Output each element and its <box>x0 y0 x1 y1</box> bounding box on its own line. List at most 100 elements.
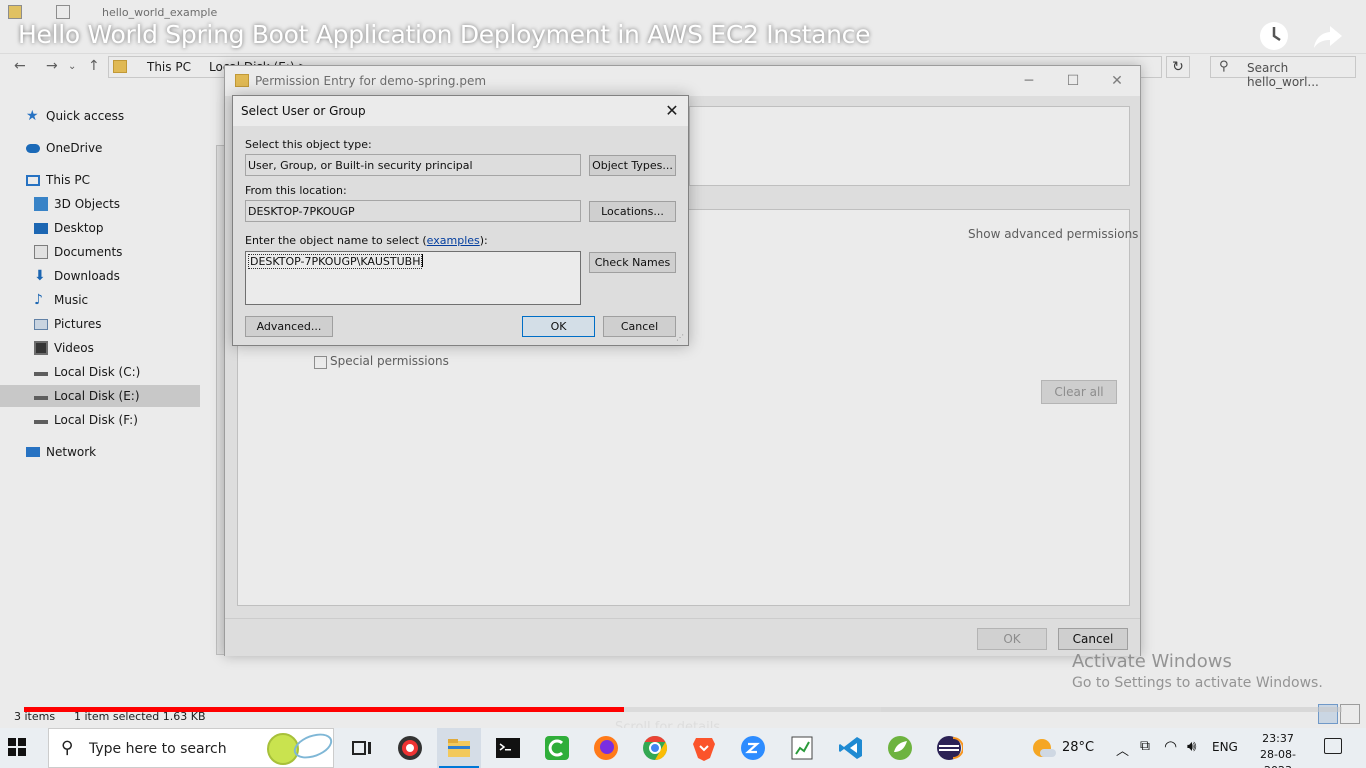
folder-icon <box>8 5 22 19</box>
volume-icon[interactable]: 🔊︎ <box>1187 737 1196 755</box>
object-name-label-suffix: ): <box>479 234 488 247</box>
download-icon: ⬇ <box>34 268 46 284</box>
forward-arrow-icon[interactable]: → <box>46 58 58 74</box>
advanced-button[interactable]: Advanced... <box>245 316 333 337</box>
nav-label: Desktop <box>54 221 104 235</box>
recent-chevron-icon[interactable]: ⌄ <box>68 61 76 72</box>
nav-label: Local Disk (F:) <box>54 413 138 427</box>
permission-ok-button[interactable]: OK <box>977 628 1047 650</box>
clock-time: 23:37 <box>1262 732 1294 745</box>
nav-label: Documents <box>54 245 123 259</box>
maximize-icon[interactable]: ☐ <box>1059 70 1087 92</box>
checkbox-icon[interactable] <box>56 5 70 19</box>
wifi-icon[interactable]: ◠ <box>1164 737 1177 755</box>
cloud-icon <box>26 143 40 153</box>
taskbar-search-placeholder: Type here to search <box>89 741 227 757</box>
nav-downloads[interactable]: ⬇ Downloads <box>34 265 120 287</box>
drive-icon <box>34 392 48 400</box>
nav-disk-e[interactable]: Local Disk (E:) <box>0 385 200 407</box>
permission-cancel-button[interactable]: Cancel <box>1058 628 1128 650</box>
close-icon[interactable]: ✕ <box>1103 70 1131 92</box>
star-icon: ★ <box>26 108 39 124</box>
check-names-button[interactable]: Check Names <box>589 252 676 273</box>
back-arrow-icon[interactable]: ← <box>14 58 26 74</box>
permission-entry-footer: OK Cancel <box>225 618 1140 656</box>
video-progress-bar[interactable] <box>24 707 1342 712</box>
picture-icon <box>34 318 48 330</box>
resize-grip-icon[interactable]: ⋰ <box>676 333 686 343</box>
terminal-icon[interactable] <box>494 734 522 762</box>
clock-date: 28-08-2023 <box>1260 748 1296 768</box>
minimize-icon[interactable]: ─ <box>1015 70 1043 92</box>
nav-videos[interactable]: Videos <box>34 337 94 359</box>
brave-icon[interactable] <box>690 734 718 762</box>
chrome-icon[interactable] <box>641 734 669 762</box>
nav-label: Videos <box>54 341 94 355</box>
taskbar-search-box[interactable]: ⚲ Type here to search <box>48 728 336 768</box>
object-name-label: Enter the object name to select (example… <box>245 234 488 247</box>
refresh-button[interactable]: ↻ <box>1166 56 1190 78</box>
drive-icon <box>34 416 48 424</box>
clear-all-button[interactable]: Clear all <box>1041 380 1117 404</box>
nav-disk-c[interactable]: Local Disk (C:) <box>34 361 140 383</box>
windows-start-icon[interactable] <box>8 738 28 758</box>
nav-documents[interactable]: Documents <box>34 241 122 263</box>
watch-later-clock-icon[interactable] <box>1256 18 1292 54</box>
close-icon[interactable]: ✕ <box>657 100 687 122</box>
breadcrumb-root[interactable]: This PC <box>147 60 191 74</box>
nav-label: Quick access <box>46 109 125 123</box>
nav-desktop[interactable]: Desktop <box>34 217 104 239</box>
object-name-input[interactable]: DESKTOP-7PKOUGP\KAUSTUBH <box>245 251 581 305</box>
language-indicator[interactable]: ENG <box>1212 740 1238 754</box>
nav-this-pc[interactable]: This PC <box>26 169 90 191</box>
show-advanced-permissions-link[interactable]: Show advanced permissions <box>968 227 1138 241</box>
special-permissions-checkbox[interactable] <box>314 356 327 369</box>
spring-tools-icon[interactable] <box>886 734 914 762</box>
ok-button[interactable]: OK <box>522 316 595 337</box>
spreadsheet-icon[interactable] <box>788 734 816 762</box>
folder-icon <box>113 60 127 73</box>
system-clock[interactable]: 23:37 28-08-2023 <box>1248 731 1308 768</box>
search-icon: ⚲ <box>1219 59 1229 74</box>
locations-button[interactable]: Locations... <box>589 201 676 222</box>
nav-disk-f[interactable]: Local Disk (F:) <box>34 409 138 431</box>
object-types-button[interactable]: Object Types... <box>589 155 676 176</box>
screen-recorder-icon[interactable] <box>396 734 424 762</box>
music-note-icon: ♪ <box>34 292 43 308</box>
weather-temperature: 28°C <box>1062 740 1095 755</box>
task-view-icon[interactable] <box>348 734 376 762</box>
cancel-button[interactable]: Cancel <box>603 316 676 337</box>
nav-3d-objects[interactable]: 3D Objects <box>34 193 120 215</box>
vscode-icon[interactable] <box>837 734 865 762</box>
up-arrow-icon[interactable]: ↑ <box>88 58 100 74</box>
nav-label: Pictures <box>54 317 102 331</box>
notifications-icon[interactable] <box>1324 738 1342 754</box>
explorer-title: hello_world_example <box>102 6 218 19</box>
firefox-icon[interactable] <box>592 734 620 762</box>
device-icon[interactable]: ⧉ <box>1140 738 1150 754</box>
drive-icon <box>34 368 48 376</box>
permission-entry-title: Permission Entry for demo-spring.pem <box>255 74 487 88</box>
video-title[interactable]: Hello World Spring Boot Application Depl… <box>18 20 870 49</box>
principal-panel <box>689 106 1130 186</box>
camtasia-icon[interactable] <box>543 734 571 762</box>
eclipse-icon[interactable] <box>935 734 964 762</box>
explorer-search-input[interactable]: ⚲ Search hello_worl... <box>1210 56 1356 89</box>
nav-quick-access[interactable]: ★ Quick access <box>26 105 124 127</box>
nav-music[interactable]: ♪ Music <box>34 289 88 311</box>
nav-onedrive[interactable]: OneDrive <box>26 137 102 159</box>
nav-network[interactable]: Network <box>26 441 96 463</box>
tray-overflow-chevron-icon[interactable]: ︿ <box>1116 740 1129 759</box>
zoom-icon[interactable] <box>739 734 767 762</box>
object-name-label-prefix: Enter the object name to select ( <box>245 234 427 247</box>
nav-label: Local Disk (C:) <box>54 365 141 379</box>
search-icon: ⚲ <box>61 738 74 758</box>
tiles-view-icon[interactable] <box>1340 704 1360 724</box>
share-arrow-icon[interactable] <box>1310 18 1346 54</box>
navigation-pane: ★ Quick access OneDrive This PC 3D Object… <box>0 100 200 480</box>
nav-pictures[interactable]: Pictures <box>34 313 102 335</box>
activate-windows-watermark: Activate Windows <box>1072 651 1232 672</box>
file-explorer-icon[interactable] <box>439 734 479 768</box>
examples-link[interactable]: examples <box>427 234 480 247</box>
nav-label: This PC <box>46 173 90 187</box>
